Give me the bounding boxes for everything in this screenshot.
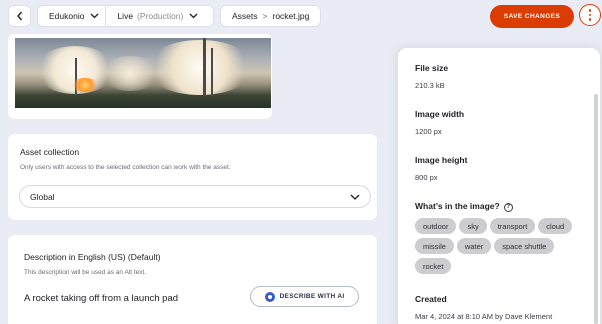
- collection-title: Asset collection: [20, 147, 80, 157]
- image-width-value: 1200 px: [415, 127, 442, 136]
- image-height-label: Image height: [415, 155, 468, 165]
- image-preview-card: [8, 34, 272, 119]
- asset-details-panel: File size 210.3 kB Image width 1200 px I…: [398, 48, 600, 324]
- breadcrumb-current: rocket.jpg: [272, 11, 310, 21]
- ai-sparkle-icon: [264, 291, 275, 302]
- context-switcher: Edukonio Live (Production): [37, 5, 214, 27]
- tag-space-shuttle[interactable]: space shuttle: [494, 238, 555, 254]
- chevron-down-icon: [189, 13, 198, 19]
- chevron-down-icon: [90, 13, 99, 19]
- more-options-button[interactable]: [579, 4, 601, 26]
- collection-selected-value: Global: [30, 191, 55, 202]
- back-button[interactable]: [8, 5, 31, 27]
- panel-scrollbar[interactable]: [594, 94, 598, 324]
- collection-select[interactable]: Global: [19, 185, 371, 208]
- help-icon[interactable]: ?: [503, 202, 513, 212]
- environment-selector[interactable]: Live (Production): [106, 6, 204, 26]
- description-card: Description in English (US) (Default) Th…: [8, 235, 377, 324]
- file-size-label: File size: [415, 63, 449, 73]
- environment-name: Live: [117, 11, 134, 21]
- asset-collection-card: Asset collection Only users with access …: [8, 134, 377, 220]
- tag-water[interactable]: water: [456, 238, 492, 254]
- asset-image: [15, 38, 271, 108]
- breadcrumb: Assets > rocket.jpg: [220, 5, 321, 27]
- describe-with-ai-label: DESCRIBE WITH AI: [279, 293, 345, 300]
- project-name: Edukonio: [49, 11, 85, 21]
- image-height-value: 800 px: [415, 173, 438, 182]
- chevron-down-icon: [350, 194, 360, 200]
- tag-outdoor[interactable]: outdoor: [415, 218, 457, 234]
- chevron-left-icon: [16, 11, 22, 21]
- breadcrumb-assets[interactable]: Assets: [232, 11, 258, 21]
- file-size-value: 210.3 kB: [415, 81, 445, 90]
- tag-transport[interactable]: transport: [489, 218, 536, 234]
- image-width-label: Image width: [415, 109, 465, 119]
- tag-rocket[interactable]: rocket: [415, 258, 452, 274]
- environment-type: (Production): [137, 11, 184, 21]
- tag-missile[interactable]: missile: [415, 238, 454, 254]
- describe-with-ai-button[interactable]: DESCRIBE WITH AI: [250, 286, 359, 307]
- image-tags: outdoor sky transport cloud missile wate…: [415, 218, 585, 274]
- tag-cloud[interactable]: cloud: [538, 218, 573, 234]
- image-tags-label: What’s in the image??: [415, 201, 513, 212]
- collection-subtitle: Only users with access to the selected c…: [20, 164, 231, 171]
- project-selector[interactable]: Edukonio: [38, 6, 105, 26]
- description-title: Description in English (US) (Default): [24, 252, 161, 262]
- save-changes-button[interactable]: SAVE CHANGES: [490, 5, 574, 28]
- breadcrumb-separator: >: [262, 11, 268, 21]
- more-vertical-icon: [588, 9, 592, 12]
- created-value: Mar 4, 2024 at 8:10 AM by Dave Klement: [415, 312, 553, 321]
- tag-sky[interactable]: sky: [459, 218, 487, 234]
- created-label: Created: [415, 294, 447, 304]
- description-input[interactable]: A rocket taking off from a launch pad: [24, 293, 178, 304]
- description-subtitle: This description will be used as an Alt …: [24, 269, 147, 276]
